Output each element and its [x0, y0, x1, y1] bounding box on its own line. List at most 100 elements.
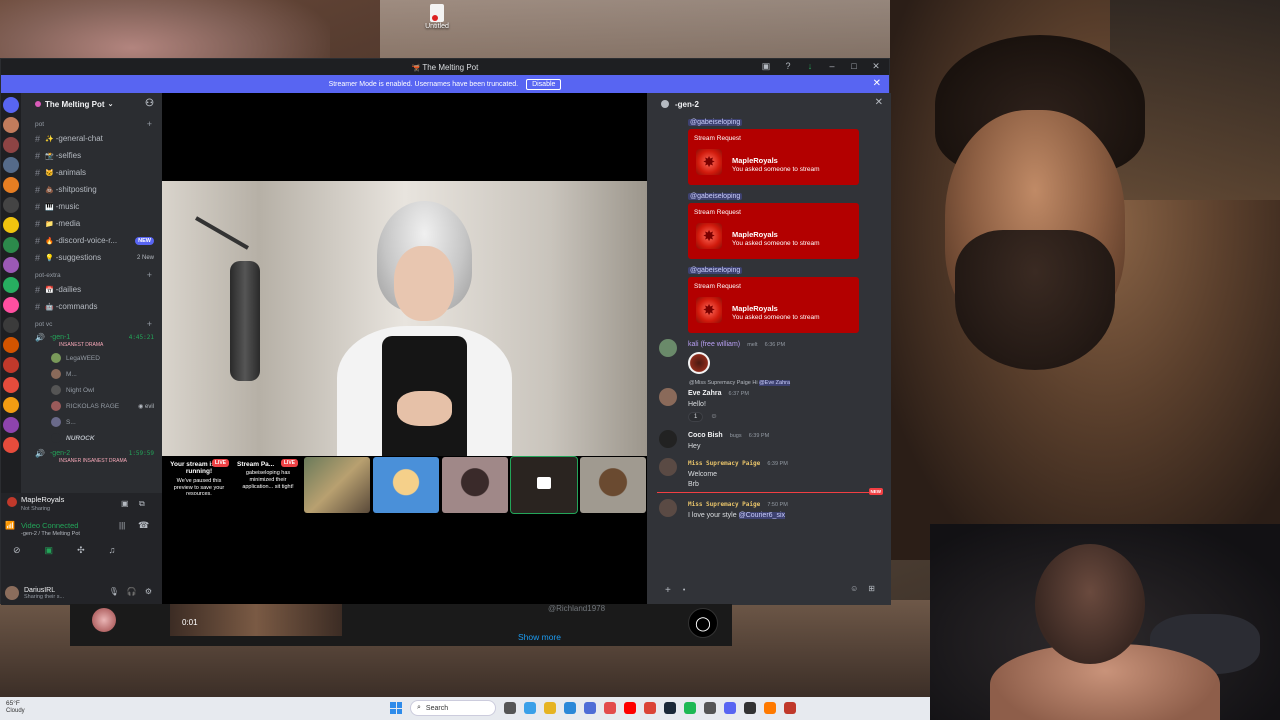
add-reaction-icon[interactable]: ☺: [710, 413, 717, 420]
gear-icon[interactable]: ⚙: [145, 587, 152, 596]
voice-channel-gen-1[interactable]: 🔊 -gen-1 4:45:21: [21, 330, 162, 344]
stream-thumb[interactable]: LIVE Stream Pa... gabeiseloping has mini…: [235, 457, 301, 513]
server-icon[interactable]: [3, 337, 19, 353]
channel-commands[interactable]: # 🤖 -commands: [21, 298, 162, 315]
channel-suggestions[interactable]: # 💡 -suggestions 2 New: [21, 249, 162, 266]
voice-user[interactable]: M...: [21, 366, 162, 382]
minimize-button[interactable]: –: [827, 61, 837, 72]
apps-icon[interactable]: ⊞: [868, 584, 875, 593]
screen-share-icon[interactable]: ▣: [121, 499, 129, 508]
server-icon[interactable]: [3, 117, 19, 133]
server-icon-home[interactable]: [3, 97, 19, 113]
channel-animals[interactable]: # 🐱 -animals: [21, 164, 162, 181]
server-icon[interactable]: [3, 197, 19, 213]
main-stream-video[interactable]: [162, 181, 647, 456]
mic-icon[interactable]: 🎙: [109, 587, 119, 596]
channel-dailies[interactable]: # 📅 -dailies: [21, 281, 162, 298]
mention[interactable]: @gabeiseloping: [688, 119, 743, 126]
channel-media[interactable]: # 📁 -media: [21, 215, 162, 232]
close-icon[interactable]: ✕: [875, 97, 883, 108]
search-box[interactable]: ⌕ Search: [410, 700, 496, 716]
category-pot-extra[interactable]: pot-extra +: [21, 266, 162, 281]
stream-thumb[interactable]: LIVE Your stream is still running! We've…: [166, 457, 232, 513]
server-icon[interactable]: [3, 357, 19, 373]
avatar[interactable]: [659, 339, 677, 357]
avatar[interactable]: [659, 430, 677, 448]
add-attachment-icon[interactable]: +: [665, 585, 671, 596]
stream-viewer[interactable]: LIVE Your stream is still running! We've…: [162, 93, 647, 605]
voice-channel-gen-2[interactable]: 🔊 -gen-2 1:59:59: [21, 446, 162, 460]
stream-thumb[interactable]: [304, 457, 370, 513]
server-icon[interactable]: [3, 157, 19, 173]
close-notice-icon[interactable]: ✕: [873, 78, 881, 89]
channel-discord-voice[interactable]: # 🔥 -discord-voice-r... NEW: [21, 232, 162, 249]
avatar[interactable]: [659, 458, 677, 476]
stream-request-card[interactable]: Stream Request ✸ MapleRoyals You asked s…: [688, 203, 859, 259]
download-icon[interactable]: ↓: [805, 61, 815, 72]
desktop-file-icon[interactable]: Untitled: [424, 4, 450, 30]
voice-connection-status[interactable]: 📶 Video Connected -gen-2 / The Melting P…: [1, 515, 162, 537]
server-icon[interactable]: [3, 397, 19, 413]
screen-share-button[interactable]: ▣: [45, 545, 54, 556]
server-icon[interactable]: [3, 237, 19, 253]
mention[interactable]: @Courier6_six: [738, 512, 785, 519]
voice-user[interactable]: S...: [21, 414, 162, 430]
channel-music[interactable]: # 🎹 -music: [21, 198, 162, 215]
avatar[interactable]: [92, 608, 116, 632]
channel-shitposting[interactable]: # 💩 -shitposting: [21, 181, 162, 198]
reaction[interactable]: 1: [688, 412, 704, 422]
guild-header[interactable]: The Melting Pot ⌄ ⚇: [21, 93, 162, 115]
avatar[interactable]: [659, 499, 677, 517]
chrome-icon[interactable]: [644, 702, 656, 714]
user-handle[interactable]: @Richland1978: [548, 604, 605, 613]
disconnect-icon[interactable]: ☎: [138, 520, 149, 531]
stream-request-card[interactable]: Stream Request ✸ MapleRoyals You asked s…: [688, 277, 859, 333]
add-channel-icon[interactable]: +: [147, 319, 152, 329]
emoji-icon[interactable]: ☺: [850, 584, 858, 593]
live-stream-row[interactable]: MapleRoyals Not Sharing ▣ ⧉: [1, 493, 162, 515]
store-icon[interactable]: [584, 702, 596, 714]
camera-thumb[interactable]: [510, 456, 578, 514]
user-thumb[interactable]: [373, 457, 439, 513]
author-name[interactable]: Eve Zahra: [688, 390, 721, 397]
inbox-icon[interactable]: ▣: [761, 61, 771, 72]
server-icon[interactable]: [3, 417, 19, 433]
youtube-icon[interactable]: [624, 702, 636, 714]
voice-user[interactable]: Night Owl: [21, 382, 162, 398]
maximize-button[interactable]: □: [849, 61, 859, 72]
avatar[interactable]: [5, 586, 19, 600]
camera-off-icon[interactable]: ⊘: [13, 545, 21, 556]
avatar[interactable]: [659, 388, 677, 406]
category-pot-vc[interactable]: pot vc +: [21, 315, 162, 330]
user-thumb[interactable]: [442, 457, 508, 513]
opera-icon[interactable]: [604, 702, 616, 714]
app-icon[interactable]: [764, 702, 776, 714]
soundboard-icon[interactable]: ♫: [109, 545, 116, 556]
voice-user[interactable]: LegaWEED: [21, 350, 162, 366]
server-icon[interactable]: [3, 297, 19, 313]
windows-start-icon[interactable]: [390, 702, 402, 714]
server-icon[interactable]: [3, 437, 19, 453]
stream-request-card[interactable]: Stream Request ✸ MapleRoyals You asked s…: [688, 129, 859, 185]
help-icon[interactable]: ?: [783, 61, 793, 72]
chat-bubble-icon[interactable]: ◯: [688, 608, 718, 638]
mention[interactable]: @gabeiseloping: [688, 267, 743, 274]
discord-icon[interactable]: [724, 702, 736, 714]
message-composer[interactable]: + • ☺ ⊞: [655, 581, 883, 599]
task-view-icon[interactable]: [504, 702, 516, 714]
server-icon[interactable]: [3, 137, 19, 153]
steam-icon[interactable]: [664, 702, 676, 714]
author-name[interactable]: kali (free william): [688, 341, 740, 348]
mention[interactable]: @gabeiseloping: [688, 193, 743, 200]
server-icon[interactable]: [3, 257, 19, 273]
weather-widget[interactable]: 65°F Cloudy: [6, 700, 25, 715]
spotify-icon[interactable]: [684, 702, 696, 714]
channel-general-chat[interactable]: # ✨ -general-chat: [21, 130, 162, 147]
server-icon[interactable]: [3, 217, 19, 233]
author-name[interactable]: Coco Bish: [688, 432, 723, 439]
show-more-link[interactable]: Show more: [518, 632, 561, 642]
server-icon[interactable]: [3, 377, 19, 393]
close-button[interactable]: ✕: [871, 61, 881, 72]
file-explorer-icon[interactable]: [544, 702, 556, 714]
disable-button[interactable]: Disable: [526, 78, 562, 90]
